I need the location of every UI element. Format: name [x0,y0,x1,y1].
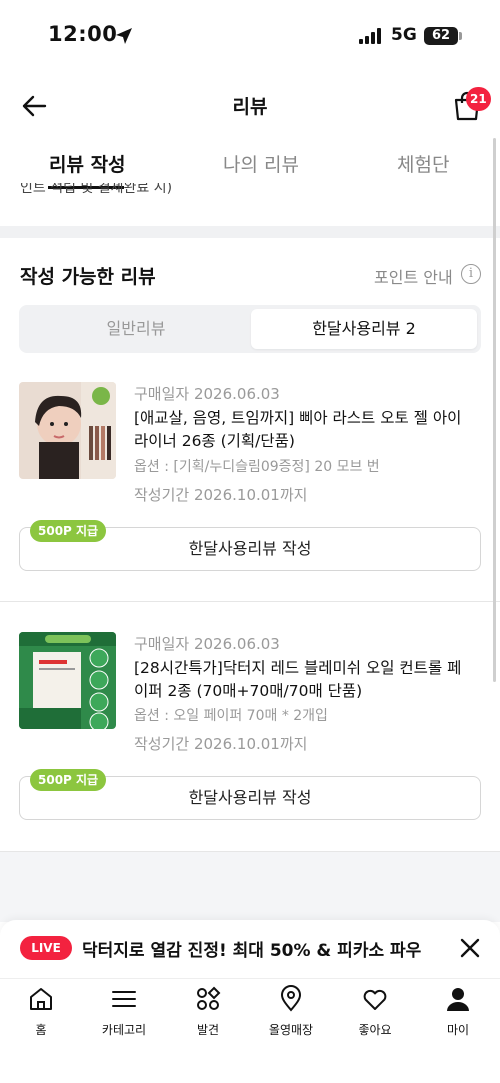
segment-month-review[interactable]: 한달사용리뷰 2 [251,309,477,349]
home-icon [30,988,52,1010]
product-option: 옵션 : 오일 페이퍼 70매 * 2개입 [134,708,328,724]
nav-discover[interactable]: 발견 [173,985,243,1038]
app-header: 리뷰 21 [0,76,500,136]
purchase-date: 구매일자 2026.06.03 [134,635,280,653]
point-info-link[interactable]: 포인트 안내 [374,264,453,288]
nav-label: 발견 [196,1023,220,1037]
purchase-date: 구매일자 2026.06.03 [134,385,280,403]
cart-count-badge: 21 [466,87,491,111]
review-type-segment: 일반리뷰 한달사용리뷰 2 [19,305,481,353]
point-reward-badge: 500P 지급 [30,769,107,791]
nav-label: 홈 [35,1023,47,1037]
product-name[interactable]: [애교살, 음영, 트임까지] 삐아 라스트 오토 젤 아이라이너 26종 (기… [134,407,464,453]
tab-write-review[interactable]: 리뷰 작성 [49,150,126,177]
tab-experience-group[interactable]: 체험단 [397,150,449,177]
status-time: 12:00 [48,22,118,46]
battery-nub [459,32,462,40]
discover-icon [197,986,221,1010]
point-notice-text: 인트 적립 및 결제완료 시) [20,183,173,196]
nav-label: 카테고리 [101,1023,147,1037]
network-type: 5G [391,25,417,45]
person-icon [447,988,469,1011]
scrollbar[interactable] [493,138,496,682]
live-badge: LIVE [20,936,72,960]
segment-general-review[interactable]: 일반리뷰 [23,309,249,349]
nav-home[interactable]: 홈 [6,985,76,1038]
status-bar: 12:00 5G 62 [0,0,500,76]
review-period: 작성기간 2026.10.01까지 [134,735,308,753]
nav-my[interactable]: 마이 [423,985,493,1038]
section-divider [0,226,500,238]
bottom-navigation: 홈 카테고리 발견 올영매장 좋아요 마이 [0,978,500,1083]
eyeliner-model-image [19,382,116,479]
battery-icon: 62 [424,27,458,45]
location-pin-icon [280,985,302,1012]
bottom-spacer [0,852,500,922]
menu-icon [112,991,136,1007]
nav-likes[interactable]: 좋아요 [340,985,410,1038]
nav-label: 좋아요 [358,1023,392,1037]
review-period: 작성기간 2026.10.01까지 [134,486,308,504]
product-option: 옵션 : [기획/누디슬림09증정] 20 모브 번 [134,459,380,475]
location-arrow-icon [116,28,132,44]
nav-label: 올영매장 [268,1023,314,1037]
product-thumbnail[interactable] [19,632,116,729]
tab-my-reviews[interactable]: 나의 리뷰 [223,150,299,177]
live-promo-text[interactable]: 닥터지로 열감 진정! 최대 50% & 피카소 파우... [82,936,422,961]
product-name[interactable]: [28시간특가]닥터지 레드 블레미쉬 오일 컨트롤 페이퍼 2종 (70매+7… [134,657,464,703]
live-promo-banner[interactable]: LIVE 닥터지로 열감 진정! 최대 50% & 피카소 파우... [0,920,500,978]
section-title: 작성 가능한 리뷰 [20,266,156,288]
point-reward-badge: 500P 지급 [30,520,107,542]
close-icon[interactable] [459,937,481,959]
nav-store[interactable]: 올영매장 [256,985,326,1038]
item-divider [0,601,500,602]
oil-paper-product-image [19,632,116,729]
info-icon[interactable]: i [461,264,481,284]
nav-label: 마이 [446,1023,470,1037]
nav-category[interactable]: 카테고리 [89,985,159,1038]
cellular-signal-icon [359,28,381,44]
page-title: 리뷰 [232,96,268,118]
heart-icon [363,989,387,1010]
product-thumbnail[interactable] [19,382,116,479]
